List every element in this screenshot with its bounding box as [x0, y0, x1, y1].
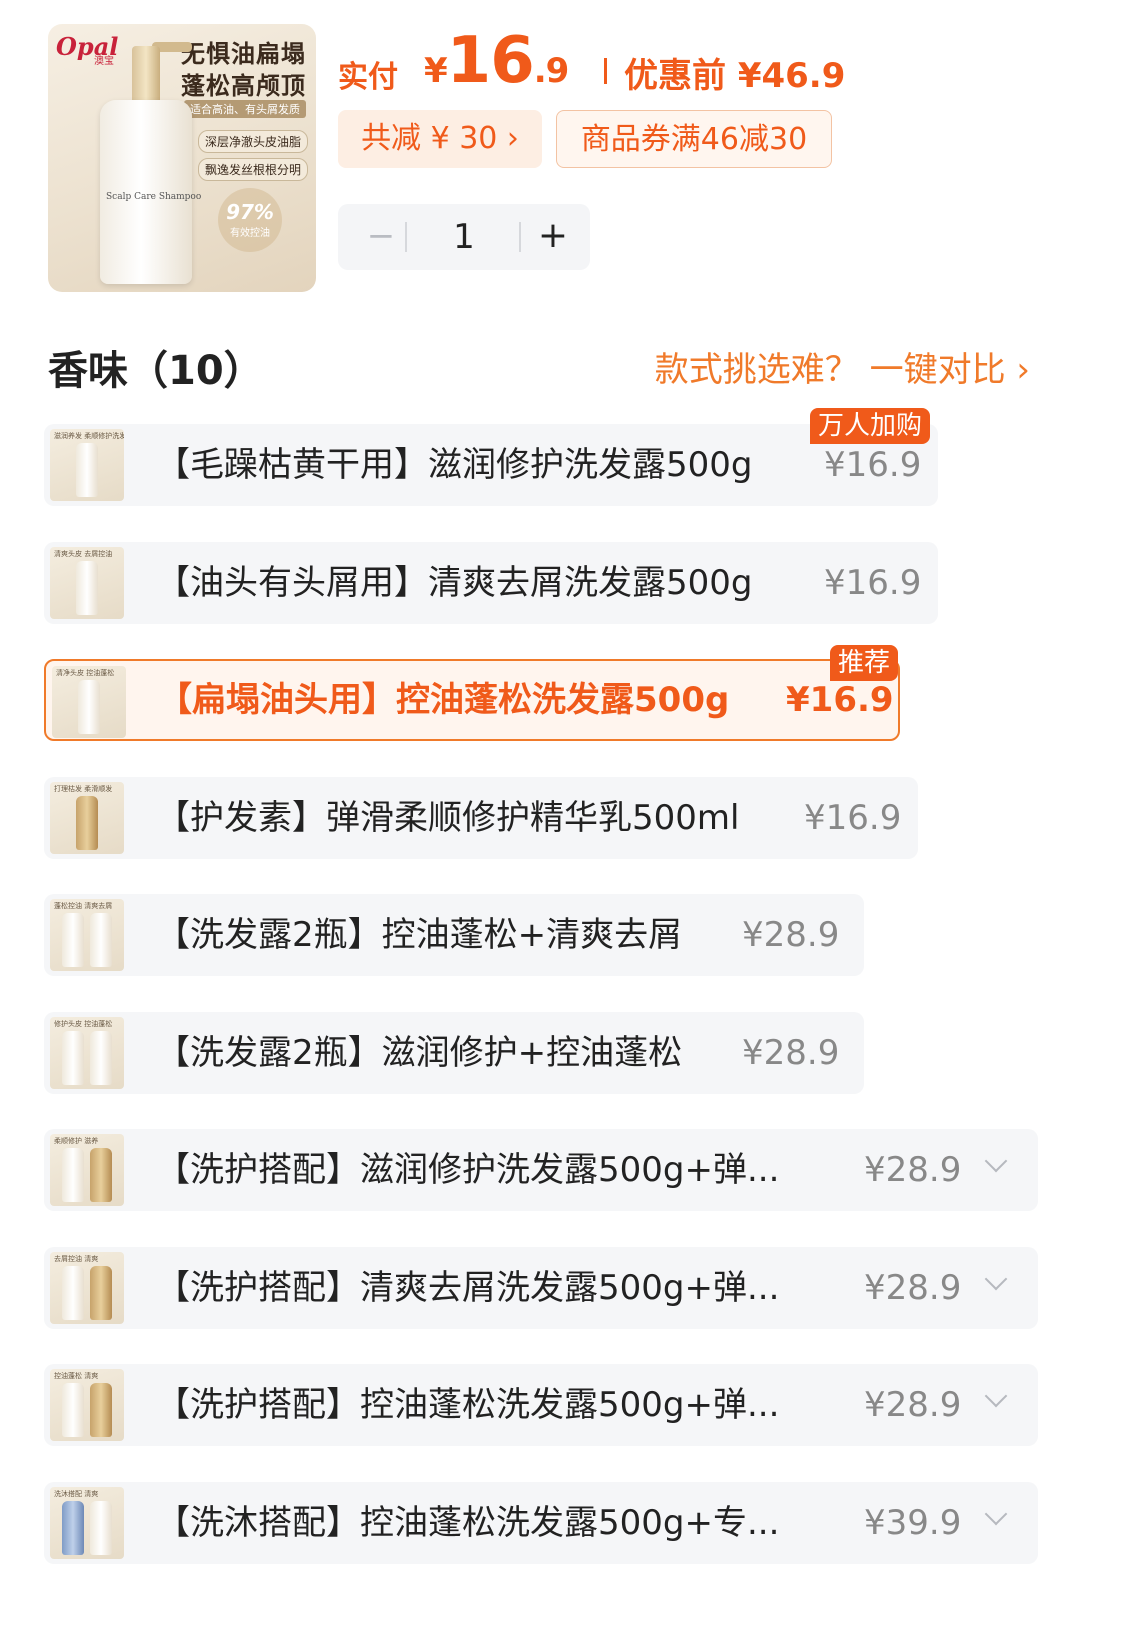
- option-thumbnail: 清爽头皮 去屑控油: [50, 547, 124, 619]
- chevron-down-icon[interactable]: [984, 1267, 1008, 1291]
- bottle-icon: [62, 1148, 84, 1202]
- bottle-icon: [62, 1031, 84, 1085]
- bottle-icon: [90, 913, 112, 967]
- thumb-caption: 修护头皮 控油蓬松: [54, 1020, 113, 1028]
- bottle-icon: [90, 1501, 112, 1555]
- price-divider: [604, 58, 607, 84]
- option-thumbnail: 柔顺修护 滋养: [50, 1134, 124, 1206]
- option-label: 【洗护搭配】控油蓬松洗发露500g+弹...: [156, 1385, 780, 1425]
- option-price: ¥28.9: [742, 915, 840, 955]
- stepper-divider: [519, 222, 521, 252]
- quantity-stepper: − 1 +: [338, 204, 590, 270]
- option-thumbnail: 去屑控油 清爽: [50, 1252, 124, 1324]
- option-item[interactable]: 清爽头皮 去屑控油 【油头有头屑用】清爽去屑洗发露500g ¥16.9: [44, 542, 938, 624]
- thumb-caption: 柔顺修护 滋养: [54, 1137, 99, 1145]
- chevron-down-icon[interactable]: [984, 1502, 1008, 1526]
- bottle-icon: [90, 1031, 112, 1085]
- option-item[interactable]: 洗沐搭配 清爽 【洗沐搭配】控油蓬松洗发露500g+专... ¥39.9: [44, 1482, 1038, 1564]
- option-item[interactable]: 控油蓬松 清爽 【洗护搭配】控油蓬松洗发露500g+弹... ¥28.9: [44, 1364, 1038, 1446]
- product-image[interactable]: Opal 澳宝 无惧油扁塌 蓬松高颅顶 适合高油、有头屑发质 深层净澈头皮油脂 …: [48, 24, 316, 292]
- currency-symbol: ¥: [424, 51, 448, 91]
- bottle-icon: [62, 1501, 84, 1555]
- bottle-label: Scalp Care Shampoo: [106, 192, 202, 202]
- original-price: 优惠前 ¥46.9: [624, 56, 846, 96]
- option-price: ¥39.9: [864, 1503, 962, 1543]
- option-label: 【洗发露2瓶】控油蓬松+清爽去屑: [156, 915, 683, 955]
- option-price: ¥28.9: [864, 1150, 962, 1190]
- compare-link[interactable]: 款式挑选难？ 一键对比 ›: [655, 342, 1030, 391]
- percent-caption: 有效控油: [230, 228, 270, 239]
- brand-logo-cn: 澳宝: [94, 56, 114, 67]
- option-price: ¥16.9: [804, 798, 902, 838]
- thumb-caption: 滋润养发 柔顺修护洗发: [54, 432, 124, 440]
- thumb-caption: 打理枯发 柔滑顺发: [54, 785, 113, 793]
- section-title: 香味（10）: [48, 348, 264, 394]
- bottle-icon: [90, 1148, 112, 1202]
- bottle-icon: [78, 680, 100, 734]
- bottle-icon: [90, 1266, 112, 1320]
- slogan-line-2: 蓬松高颅顶: [181, 72, 306, 100]
- slogan-line-1: 无惧油扁塌: [181, 40, 306, 68]
- option-thumbnail: 蓬松控油 清爽去屑: [50, 899, 124, 971]
- option-label: 【护发素】弹滑柔顺修护精华乳500ml: [156, 798, 740, 838]
- pay-price-dec: .9: [533, 51, 570, 91]
- option-price: ¥16.9: [824, 563, 922, 603]
- bottle-icon: [62, 913, 84, 967]
- option-label: 【洗发露2瓶】滋润修护+控油蓬松: [156, 1033, 683, 1073]
- option-thumbnail: 修护头皮 控油蓬松: [50, 1017, 124, 1089]
- percent-badge: 97% 有效控油: [218, 188, 282, 252]
- option-item[interactable]: 滋润养发 柔顺修护洗发 【毛躁枯黄干用】滋润修护洗发露500g ¥16.9 万人…: [44, 408, 938, 506]
- pay-price: ¥16.9: [424, 24, 570, 98]
- option-label: 【扁塌油头用】控油蓬松洗发露500g: [158, 680, 730, 720]
- chevron-down-icon[interactable]: [984, 1149, 1008, 1173]
- bottle-icon: [90, 1383, 112, 1437]
- option-thumbnail: 洗沐搭配 清爽: [50, 1487, 124, 1559]
- bottle-icon: [76, 796, 98, 850]
- chevron-down-icon[interactable]: [984, 1384, 1008, 1408]
- coupon-chip[interactable]: 商品券满46减30: [556, 110, 832, 168]
- feature-tag-1: 深层净澈头皮油脂: [197, 130, 308, 153]
- feature-tag-2: 飘逸发丝根根分明: [197, 158, 308, 181]
- option-label: 【洗护搭配】滋润修护洗发露500g+弹...: [156, 1150, 780, 1190]
- option-label: 【油头有头屑用】清爽去屑洗发露500g: [156, 563, 753, 603]
- option-item[interactable]: 蓬松控油 清爽去屑 【洗发露2瓶】控油蓬松+清爽去屑 ¥28.9: [44, 894, 864, 976]
- option-label: 【洗护搭配】清爽去屑洗发露500g+弹...: [156, 1268, 780, 1308]
- option-label: 【洗沐搭配】控油蓬松洗发露500g+专...: [156, 1503, 780, 1543]
- stepper-divider: [405, 222, 407, 252]
- option-label: 【毛躁枯黄干用】滋润修护洗发露500g: [156, 445, 753, 485]
- option-price: ¥28.9: [864, 1268, 962, 1308]
- pay-price-int: 16: [446, 24, 535, 98]
- percent-value: 97%: [226, 200, 274, 224]
- thumb-caption: 清爽头皮 去屑控油: [54, 550, 113, 558]
- option-item[interactable]: 修护头皮 控油蓬松 【洗发露2瓶】滋润修护+控油蓬松 ¥28.9: [44, 1012, 864, 1094]
- total-discount-chip[interactable]: 共减 ¥ 30 ›: [338, 110, 542, 168]
- option-item-selected[interactable]: 清净头皮 控油蓬松 【扁塌油头用】控油蓬松洗发露500g ¥16.9 推荐: [44, 645, 900, 741]
- option-thumbnail: 滋润养发 柔顺修护洗发: [50, 429, 124, 501]
- option-item[interactable]: 打理枯发 柔滑顺发 【护发素】弹滑柔顺修护精华乳500ml ¥16.9: [44, 777, 918, 859]
- hot-badge: 万人加购: [810, 408, 931, 444]
- option-thumbnail: 控油蓬松 清爽: [50, 1369, 124, 1441]
- thumb-caption: 去屑控油 清爽: [54, 1255, 99, 1263]
- decrease-button[interactable]: −: [358, 204, 404, 270]
- thumb-caption: 洗沐搭配 清爽: [54, 1490, 99, 1498]
- option-item[interactable]: 去屑控油 清爽 【洗护搭配】清爽去屑洗发露500g+弹... ¥28.9: [44, 1247, 1038, 1329]
- bottle-icon: [62, 1383, 84, 1437]
- pay-label: 实付: [338, 60, 398, 95]
- bottle-icon: [76, 443, 98, 497]
- increase-button[interactable]: +: [530, 204, 576, 270]
- thumb-caption: 蓬松控油 清爽去屑: [54, 902, 113, 910]
- option-price: ¥28.9: [742, 1033, 840, 1073]
- thumb-caption: 控油蓬松 清爽: [54, 1372, 99, 1380]
- bottle-icon: [62, 1266, 84, 1320]
- thumb-caption: 清净头皮 控油蓬松: [56, 669, 115, 677]
- slogan-tagline: 适合高油、有头屑发质: [184, 100, 306, 118]
- option-price: ¥28.9: [864, 1385, 962, 1425]
- quantity-value[interactable]: 1: [408, 204, 520, 270]
- bottle-pump: [132, 46, 160, 104]
- bottle-icon: [76, 561, 98, 615]
- option-thumbnail: 清净头皮 控油蓬松: [52, 666, 126, 738]
- option-thumbnail: 打理枯发 柔滑顺发: [50, 782, 124, 854]
- recommend-badge: 推荐: [830, 645, 899, 681]
- option-item[interactable]: 柔顺修护 滋养 【洗护搭配】滋润修护洗发露500g+弹... ¥28.9: [44, 1129, 1038, 1211]
